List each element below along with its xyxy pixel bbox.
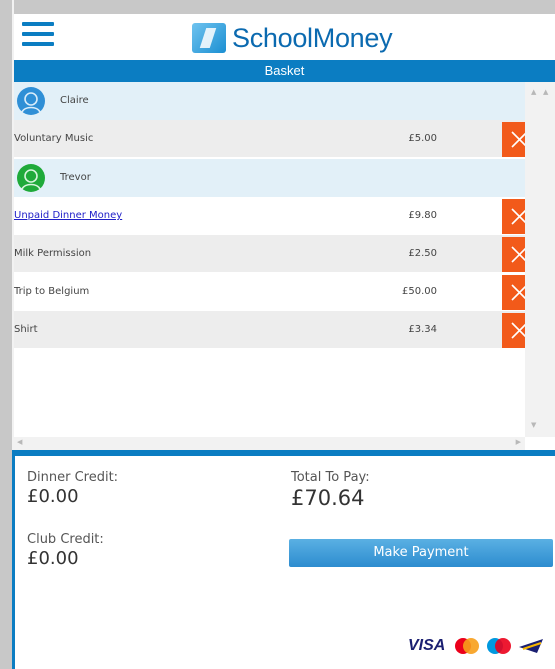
item-label: Milk Permission [14, 248, 92, 259]
list-item: Voluntary Music £5.00 [14, 120, 539, 157]
item-price: £3.34 [408, 324, 437, 335]
dinner-credit-label: Dinner Credit: [27, 470, 119, 485]
club-credit-label: Club Credit: [27, 532, 104, 547]
child-header-trevor: Trevor [14, 159, 539, 197]
card-brand-logos: VISA [408, 634, 545, 658]
header: SchoolMoney [14, 14, 555, 60]
visa-logo: VISA [408, 637, 446, 654]
child-header-claire: Claire [14, 82, 539, 120]
payment-summary-panel: Dinner Credit: £0.00 Club Credit: £0.00 … [12, 450, 555, 669]
basket-list: Claire Voluntary Music £5.00 Trevor Unpa… [14, 82, 539, 437]
user-avatar-icon [17, 87, 45, 115]
hamburger-menu-icon[interactable] [22, 22, 54, 50]
basket-title: Basket [264, 63, 305, 78]
child-name: Trevor [60, 172, 91, 183]
item-price: £5.00 [408, 133, 437, 144]
delta-logo-icon [519, 639, 544, 653]
scroll-up-icon[interactable]: ▲ [543, 88, 548, 96]
scroll-left-icon[interactable]: ◀ [17, 438, 22, 446]
list-item: Shirt £3.34 [14, 311, 539, 348]
item-label: Trip to Belgium [14, 286, 90, 297]
scroll-down-icon[interactable]: ▼ [531, 421, 536, 429]
avatar [17, 164, 45, 192]
item-price: £50.00 [402, 286, 437, 297]
logo: SchoolMoney [192, 22, 393, 54]
scroll-up-icon[interactable]: ▲ [531, 88, 536, 96]
total-to-pay-label: Total To Pay: [291, 470, 370, 485]
maestro-logo-icon [487, 638, 512, 654]
item-link-unpaid-dinner-money[interactable]: Unpaid Dinner Money [14, 197, 122, 234]
vertical-scrollbar[interactable]: ▲ ▲ ▼ [525, 82, 555, 437]
item-label: Voluntary Music [14, 133, 94, 144]
list-item: Milk Permission £2.50 [14, 235, 539, 272]
child-name: Claire [60, 95, 89, 106]
user-avatar-icon [17, 164, 45, 192]
item-price: £9.80 [408, 210, 437, 221]
item-price: £2.50 [408, 248, 437, 259]
mastercard-logo-icon [455, 638, 480, 654]
window-frame-top [0, 0, 555, 14]
basket-title-bar: Basket [14, 60, 555, 82]
avatar [17, 87, 45, 115]
make-payment-button[interactable]: Make Payment [289, 539, 553, 567]
total-to-pay-value: £70.64 [291, 486, 365, 510]
brand-name: SchoolMoney [232, 22, 393, 53]
scroll-right-icon[interactable]: ▶ [516, 438, 521, 446]
app-container: SchoolMoney Basket Claire Voluntary Musi… [12, 14, 555, 669]
item-label: Shirt [14, 324, 38, 335]
list-item: Trip to Belgium £50.00 [14, 273, 539, 310]
club-credit-value: £0.00 [27, 548, 79, 569]
list-item: Unpaid Dinner Money £9.80 [14, 197, 539, 234]
logo-mark-icon [192, 23, 226, 53]
dinner-credit-value: £0.00 [27, 486, 79, 507]
